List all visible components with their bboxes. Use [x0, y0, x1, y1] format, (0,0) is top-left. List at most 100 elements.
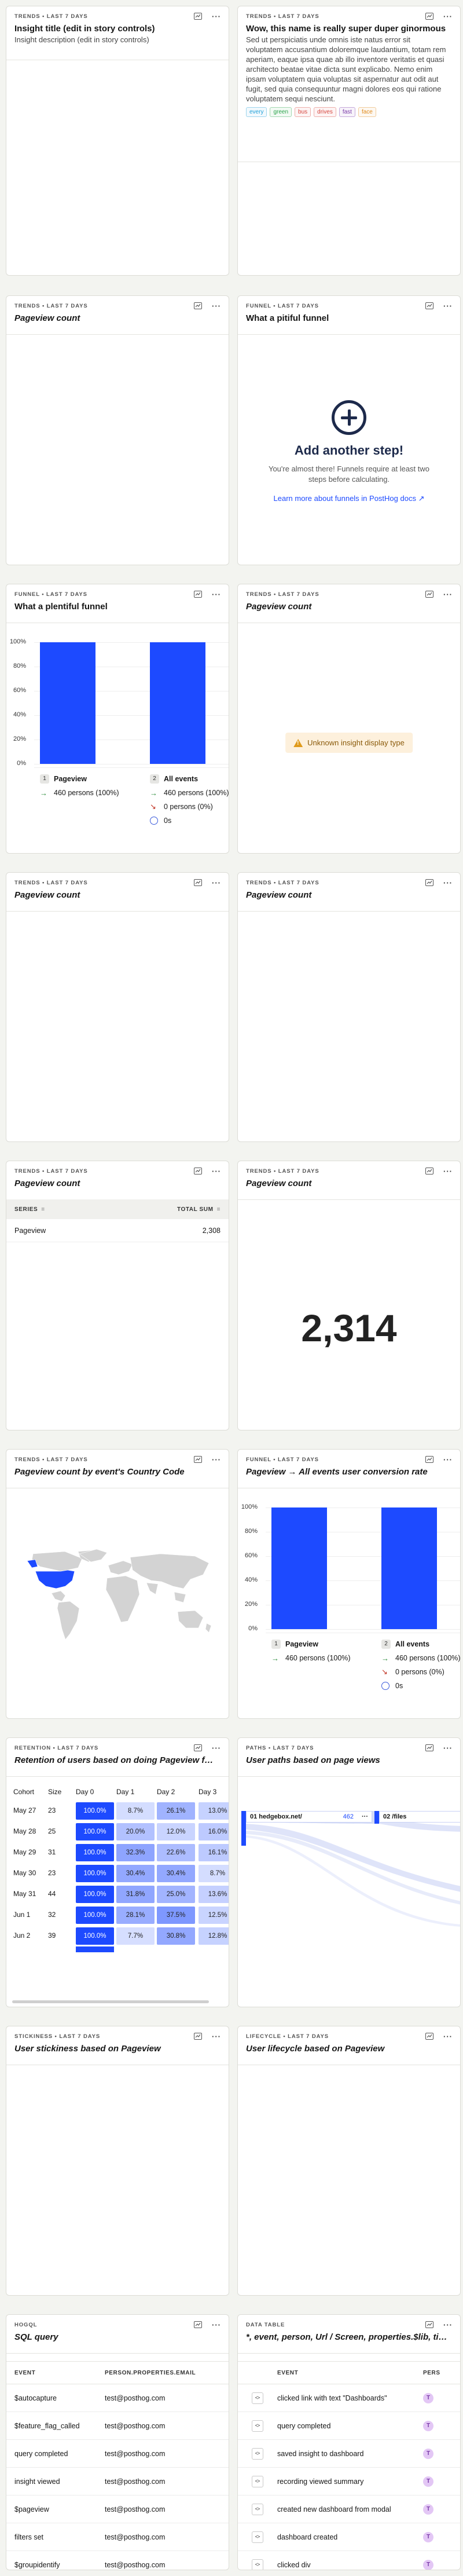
more-icon[interactable]: ··· — [211, 879, 222, 887]
table-row[interactable]: ︿ ﹀ created new dashboard from modal T — [238, 2496, 460, 2523]
retention-cell[interactable]: 13.6% — [199, 1886, 229, 1903]
retention-cell[interactable]: 100.0% — [76, 1844, 114, 1861]
retention-cell[interactable]: 100.0% — [76, 1802, 114, 1820]
retention-cell[interactable]: 12.5% — [199, 1907, 229, 1924]
step-converted[interactable]: → 460 persons (100%) — [40, 786, 144, 800]
expand-row-icon[interactable]: ︿ ﹀ — [252, 2503, 263, 2515]
step-converted[interactable]: → 460 persons (100%) — [381, 1651, 460, 1665]
insight-title[interactable]: User paths based on page views — [246, 1755, 452, 1765]
insight-icon[interactable] — [424, 1455, 435, 1463]
more-icon[interactable]: ··· — [443, 879, 453, 887]
world-map[interactable] — [10, 1548, 224, 1646]
table-row[interactable]: ︿ ﹀ query completed T — [238, 2412, 460, 2440]
retention-cell[interactable]: 8.7% — [199, 1865, 229, 1882]
retention-cell[interactable]: 8.7% — [116, 1802, 155, 1820]
step-dropped[interactable]: ↘ 0 persons (0%) — [381, 1665, 460, 1679]
insight-card-c14[interactable]: PATHS • LAST 7 DAYS User paths based on p… — [237, 1737, 461, 2007]
table-row[interactable]: $feature_flag_called test@posthog.com — [6, 2412, 229, 2440]
more-icon[interactable]: ··· — [211, 2032, 222, 2041]
expand-row-icon[interactable]: ︿ ﹀ — [252, 2420, 263, 2432]
insight-title[interactable]: Pageview count — [246, 890, 452, 900]
step-converted[interactable]: → 460 persons (100%) — [150, 786, 229, 800]
insight-title[interactable]: Pageview count — [246, 1179, 452, 1188]
table-row[interactable]: ︿ ﹀ dashboard created T — [238, 2523, 460, 2551]
tag[interactable]: green — [270, 107, 292, 117]
table-row[interactable]: ︿ ﹀ saved insight to dashboard T — [238, 2440, 460, 2468]
insight-card-c12[interactable]: FUNNEL • LAST 7 DAYS Pageview → All event… — [237, 1449, 461, 1719]
more-icon[interactable]: ··· — [211, 12, 222, 21]
tag[interactable]: face — [358, 107, 376, 117]
avatar[interactable]: T — [423, 2420, 433, 2431]
more-icon[interactable]: ··· — [211, 1167, 222, 1176]
more-icon[interactable]: ··· — [211, 590, 222, 599]
avatar[interactable]: T — [423, 2476, 433, 2487]
retention-cell[interactable]: 13.0% — [199, 1802, 229, 1820]
retention-cell[interactable]: 26.1% — [157, 1802, 195, 1820]
table-row[interactable]: insight viewed test@posthog.com — [6, 2468, 229, 2496]
insight-card-c1[interactable]: TRENDS • LAST 7 DAYS Insight title (edit … — [6, 6, 229, 276]
insight-title[interactable]: Pageview count — [14, 890, 221, 900]
insight-card-c18[interactable]: DATA TABLE *, event, person, Url / Screen… — [237, 2314, 461, 2570]
more-icon[interactable]: ··· — [211, 1455, 222, 1464]
insight-icon[interactable] — [424, 1744, 435, 1752]
insight-card-c8[interactable]: TRENDS • LAST 7 DAYS Pageview count ··· — [237, 872, 461, 1142]
insight-card-c6[interactable]: TRENDS • LAST 7 DAYS Pageview count ···! Un… — [237, 584, 461, 854]
table-row[interactable]: filters set test@posthog.com — [6, 2523, 229, 2551]
funnel-bar-step-2[interactable] — [150, 642, 205, 764]
insight-card-c2[interactable]: TRENDS • LAST 7 DAYS Wow, this name is re… — [237, 6, 461, 276]
retention-cell[interactable]: 32.3% — [116, 1844, 155, 1861]
insight-icon[interactable] — [424, 302, 435, 310]
insight-card-c9[interactable]: TRENDS • LAST 7 DAYS Pageview count ··· SER… — [6, 1161, 229, 1430]
avatar[interactable]: T — [423, 2504, 433, 2515]
insight-title[interactable]: Pageview count — [246, 602, 452, 612]
more-icon[interactable]: ··· — [443, 1455, 453, 1464]
expand-row-icon[interactable]: ︿ ﹀ — [252, 2531, 263, 2543]
funnel-docs-link[interactable]: Learn more about funnels in PostHog docs… — [238, 494, 460, 503]
retention-cell[interactable]: 30.8% — [157, 1927, 195, 1945]
column-header-email[interactable]: PERSON.PROPERTIES.EMAIL — [105, 2370, 196, 2376]
retention-cell[interactable]: 100.0% — [76, 1865, 114, 1882]
retention-cell[interactable]: 28.1% — [116, 1907, 155, 1924]
insight-title[interactable]: Insight title (edit in story controls) — [14, 24, 221, 34]
insight-card-c13[interactable]: RETENTION • LAST 7 DAYS Retention of user… — [6, 1737, 229, 2007]
retention-cell[interactable]: 30.4% — [157, 1865, 195, 1882]
more-icon[interactable]: ··· — [443, 12, 453, 21]
retention-cell[interactable]: 37.5% — [157, 1907, 195, 1924]
insight-title[interactable]: Pageview count — [14, 1179, 221, 1188]
insight-title[interactable]: *, event, person, Url / Screen, properti… — [246, 2332, 452, 2342]
insight-icon[interactable] — [424, 2032, 435, 2040]
column-header-event[interactable]: EVENT — [238, 2370, 423, 2376]
insight-icon[interactable] — [424, 1167, 435, 1175]
path-node-step-1[interactable]: 01 hedgebox.net/462 ··· — [246, 1811, 372, 1823]
column-header-series[interactable]: SERIES ≡ — [14, 1206, 45, 1213]
insight-title[interactable]: SQL query — [14, 2332, 221, 2342]
avatar[interactable]: T — [423, 2392, 433, 2403]
insight-icon[interactable] — [424, 12, 435, 20]
insight-card-c7[interactable]: TRENDS • LAST 7 DAYS Pageview count ··· — [6, 872, 229, 1142]
avatar[interactable]: T — [423, 2531, 433, 2542]
insight-card-c16[interactable]: LIFECYCLE • LAST 7 DAYS User lifecycle ba… — [237, 2026, 461, 2296]
table-row[interactable]: ︿ ﹀ clicked link with text "Dashboards" T — [238, 2384, 460, 2412]
table-row[interactable]: $pageview test@posthog.com — [6, 2496, 229, 2523]
more-icon[interactable]: ··· — [211, 302, 222, 310]
insight-icon[interactable] — [424, 879, 435, 887]
insight-title[interactable]: Pageview count — [14, 313, 221, 323]
insight-title[interactable]: Pageview count by event's Country Code — [14, 1467, 221, 1477]
column-header-event[interactable]: EVENT — [6, 2370, 105, 2376]
insight-title[interactable]: Pageview → All events user conversion ra… — [246, 1467, 452, 1477]
more-icon[interactable]: ··· — [443, 590, 453, 599]
retention-cell[interactable]: 16.0% — [199, 1823, 229, 1840]
insight-icon[interactable] — [193, 2321, 203, 2329]
tag[interactable]: fast — [339, 107, 355, 117]
more-icon[interactable]: ··· — [362, 1813, 368, 1820]
table-row[interactable]: $groupidentify test@posthog.com — [6, 2551, 229, 2570]
insight-title[interactable]: User lifecycle based on Pageview — [246, 2044, 452, 2054]
step-dropped[interactable]: ↘ 0 persons (0%) — [150, 800, 229, 814]
table-row[interactable]: ︿ ﹀ clicked div T — [238, 2551, 460, 2570]
expand-row-icon[interactable]: ︿ ﹀ — [252, 2392, 263, 2404]
expand-row-icon[interactable]: ︿ ﹀ — [252, 2447, 263, 2460]
funnel-bar-step-1[interactable] — [271, 1507, 327, 1629]
retention-cell[interactable]: 20.0% — [116, 1823, 155, 1840]
retention-cell[interactable]: 100.0% — [76, 1907, 114, 1924]
tag[interactable]: bus — [295, 107, 311, 117]
